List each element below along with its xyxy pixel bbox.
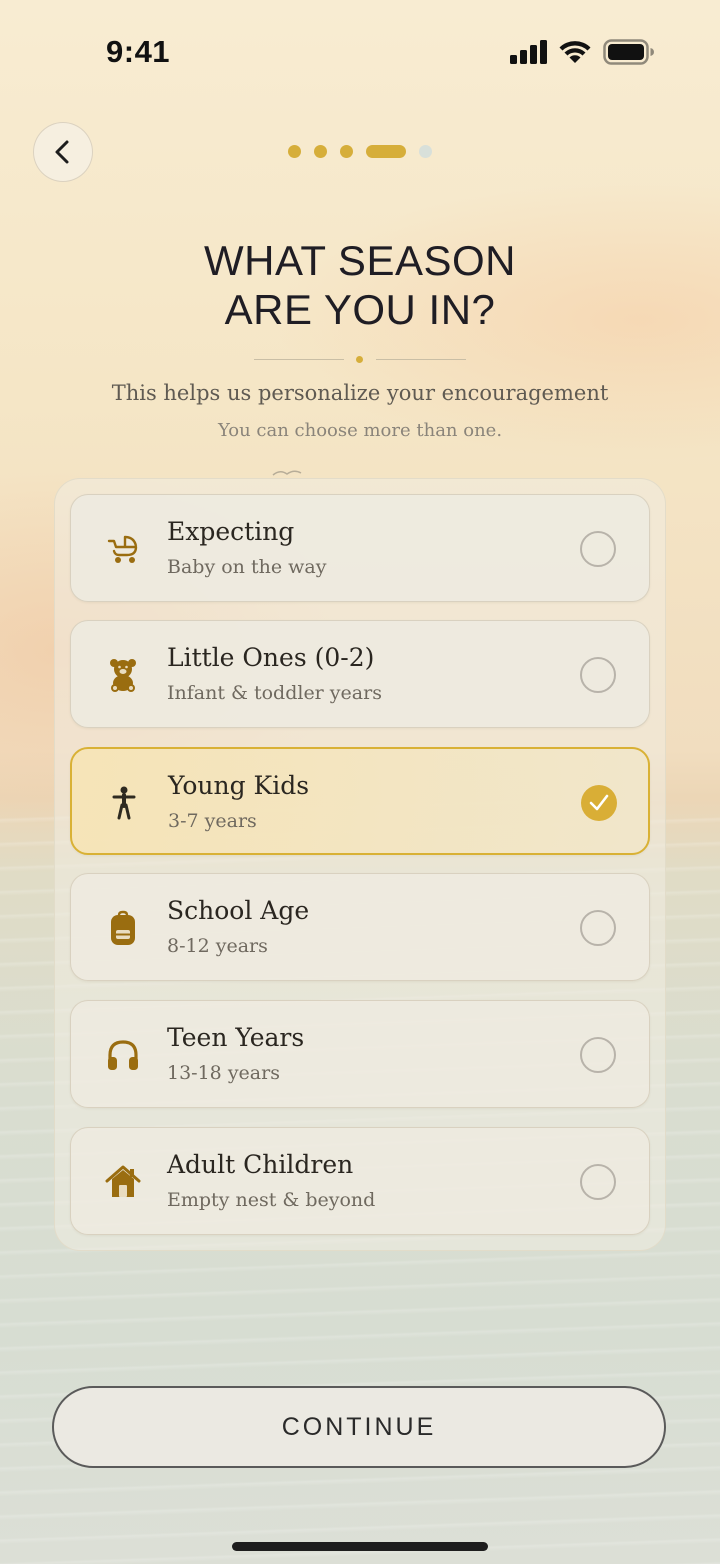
option-description: 8-12 years [167, 935, 268, 957]
wifi-icon [559, 41, 591, 63]
hint-text: You can choose more than one. [217, 420, 503, 441]
option-teen-years[interactable]: Teen Years 13-18 years [70, 1000, 650, 1108]
child-icon [112, 786, 136, 820]
option-description: 3-7 years [168, 810, 257, 832]
headphones-icon [108, 1040, 138, 1070]
option-description: 13-18 years [167, 1062, 280, 1084]
option-school-age[interactable]: School Age 8-12 years [70, 873, 650, 981]
status-bar: 9:41 [0, 0, 720, 100]
title-line-1: WHAT SEASON [204, 237, 516, 284]
option-little-ones[interactable]: Little Ones (0-2) Infant & toddler years [70, 620, 650, 728]
progress-dot [340, 145, 353, 158]
continue-button[interactable]: CONTINUE [52, 1386, 666, 1468]
radio-button[interactable] [580, 1037, 616, 1073]
backpack-icon [111, 910, 135, 945]
progress-dot [288, 145, 301, 158]
option-young-kids[interactable]: Young Kids 3-7 years [70, 747, 650, 855]
status-time: 9:41 [106, 34, 171, 69]
option-description: Empty nest & beyond [167, 1189, 376, 1211]
radio-button[interactable] [580, 657, 616, 693]
home-indicator [232, 1542, 488, 1551]
option-label: Expecting [167, 517, 295, 546]
radio-button[interactable] [580, 910, 616, 946]
option-label: Adult Children [167, 1150, 354, 1179]
ornamental-divider [254, 354, 466, 366]
title-line-2: ARE YOU IN? [224, 286, 496, 333]
option-description: Baby on the way [167, 556, 327, 578]
onboarding-progress [288, 145, 438, 159]
bird-icon [272, 470, 302, 476]
option-label: Teen Years [167, 1023, 305, 1052]
option-adult-children[interactable]: Adult Children Empty nest & beyond [70, 1127, 650, 1235]
page-title: WHAT SEASON ARE YOU IN? [0, 236, 720, 334]
house-icon [105, 1165, 141, 1197]
cellular-signal-icon [510, 40, 547, 64]
option-label: Little Ones (0-2) [167, 643, 375, 672]
radio-button-checked[interactable] [581, 785, 617, 821]
checkmark-icon [589, 794, 609, 811]
back-button[interactable] [33, 122, 93, 182]
stroller-icon [107, 535, 138, 563]
option-expecting[interactable]: Expecting Baby on the way [70, 494, 650, 602]
radio-button[interactable] [580, 531, 616, 567]
option-label: School Age [167, 896, 310, 925]
option-label: Young Kids [168, 771, 310, 800]
teddy-bear-icon [110, 659, 136, 692]
progress-dot [314, 145, 327, 158]
radio-button[interactable] [580, 1164, 616, 1200]
progress-dot [419, 145, 432, 158]
battery-icon [603, 39, 654, 65]
option-description: Infant & toddler years [167, 682, 382, 704]
progress-dot-current [366, 145, 406, 158]
chevron-left-icon [55, 140, 69, 164]
subtitle: This helps us personalize your encourage… [111, 381, 609, 405]
